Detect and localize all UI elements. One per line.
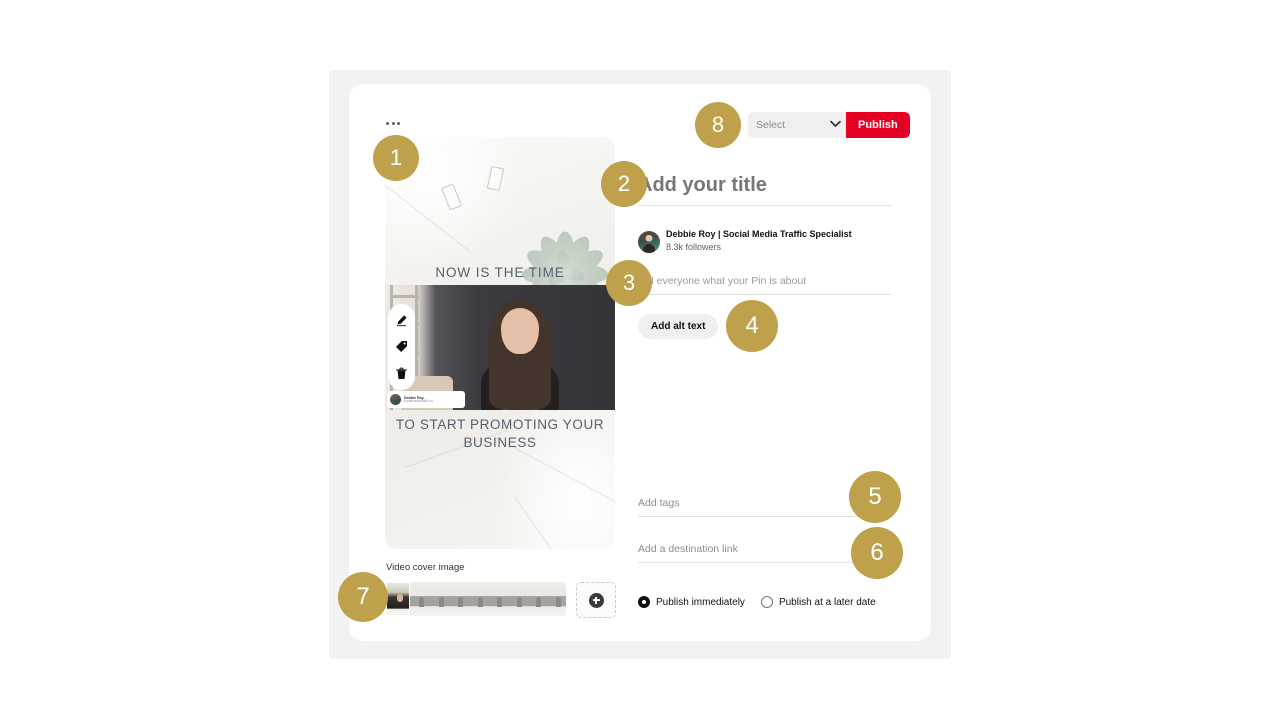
pin-preview[interactable]: NOW IS THE TIME TO START PROMOTING YOUR … — [385, 137, 615, 549]
callout-badge-2: 2 — [601, 161, 647, 207]
avatar — [638, 231, 660, 253]
callout-badge-5: 5 — [849, 471, 901, 523]
author-followers: 8.3k followers — [666, 241, 722, 252]
radio-publish-later[interactable]: Publish at a later date — [760, 596, 876, 608]
radio-label: Publish at a later date — [778, 596, 876, 608]
callout-badge-1: 1 — [373, 135, 419, 181]
film-frame[interactable] — [429, 582, 449, 616]
pin-edit-toolbar — [388, 304, 415, 390]
pin-headline-top: NOW IS THE TIME — [435, 265, 565, 280]
pin-description-input[interactable] — [638, 275, 892, 295]
tag-icon[interactable] — [395, 340, 408, 353]
add-cover-icon[interactable] — [576, 582, 616, 618]
callout-badge-3: 3 — [606, 260, 652, 306]
film-frame[interactable] — [468, 582, 488, 616]
video-cover-label: Video cover image — [386, 562, 465, 573]
schedule-options: Publish immediately Publish at a later d… — [638, 596, 876, 608]
author-name: Debbie Roy | Social Media Traffic Specia… — [666, 229, 852, 239]
board-select[interactable]: Select — [748, 112, 846, 138]
pin-title-input[interactable] — [638, 174, 892, 206]
callout-badge-7: 7 — [338, 572, 388, 622]
film-frame[interactable] — [507, 582, 527, 616]
video-cover-filmstrip[interactable] — [386, 582, 566, 616]
radio-publish-immediately[interactable]: Publish immediately — [638, 596, 745, 608]
film-frame[interactable] — [527, 582, 547, 616]
radio-label: Publish immediately — [656, 596, 745, 608]
avatar — [390, 394, 401, 405]
trash-icon[interactable] — [395, 367, 408, 380]
film-frame[interactable] — [386, 582, 410, 616]
callout-badge-8: 8 — [695, 102, 741, 148]
pin-headline-bottom: TO START PROMOTING YOUR BUSINESS — [395, 417, 605, 450]
more-options-icon[interactable] — [386, 118, 408, 128]
film-frame[interactable] — [410, 582, 430, 616]
add-alt-text-button[interactable]: Add alt text — [638, 314, 719, 339]
radio-dot-icon — [760, 596, 773, 608]
pin-overlay-profile-handle: socialmediatraffic.co — [404, 398, 433, 403]
pencil-icon[interactable] — [395, 314, 408, 327]
pin-overlay-profile: Debbie Roy socialmediatraffic.co — [387, 391, 465, 408]
author-row: Debbie Roy | Social Media Traffic Specia… — [638, 229, 892, 253]
radio-dot-icon — [638, 596, 650, 608]
film-frame[interactable] — [449, 582, 469, 616]
person-in-video — [473, 292, 567, 410]
film-frame[interactable] — [488, 582, 508, 616]
publish-button[interactable]: Publish — [846, 112, 910, 138]
publish-controls: Select Publish — [748, 112, 910, 138]
film-frame[interactable] — [546, 582, 566, 616]
callout-badge-4: 4 — [726, 300, 778, 352]
callout-badge-6: 6 — [851, 527, 903, 579]
